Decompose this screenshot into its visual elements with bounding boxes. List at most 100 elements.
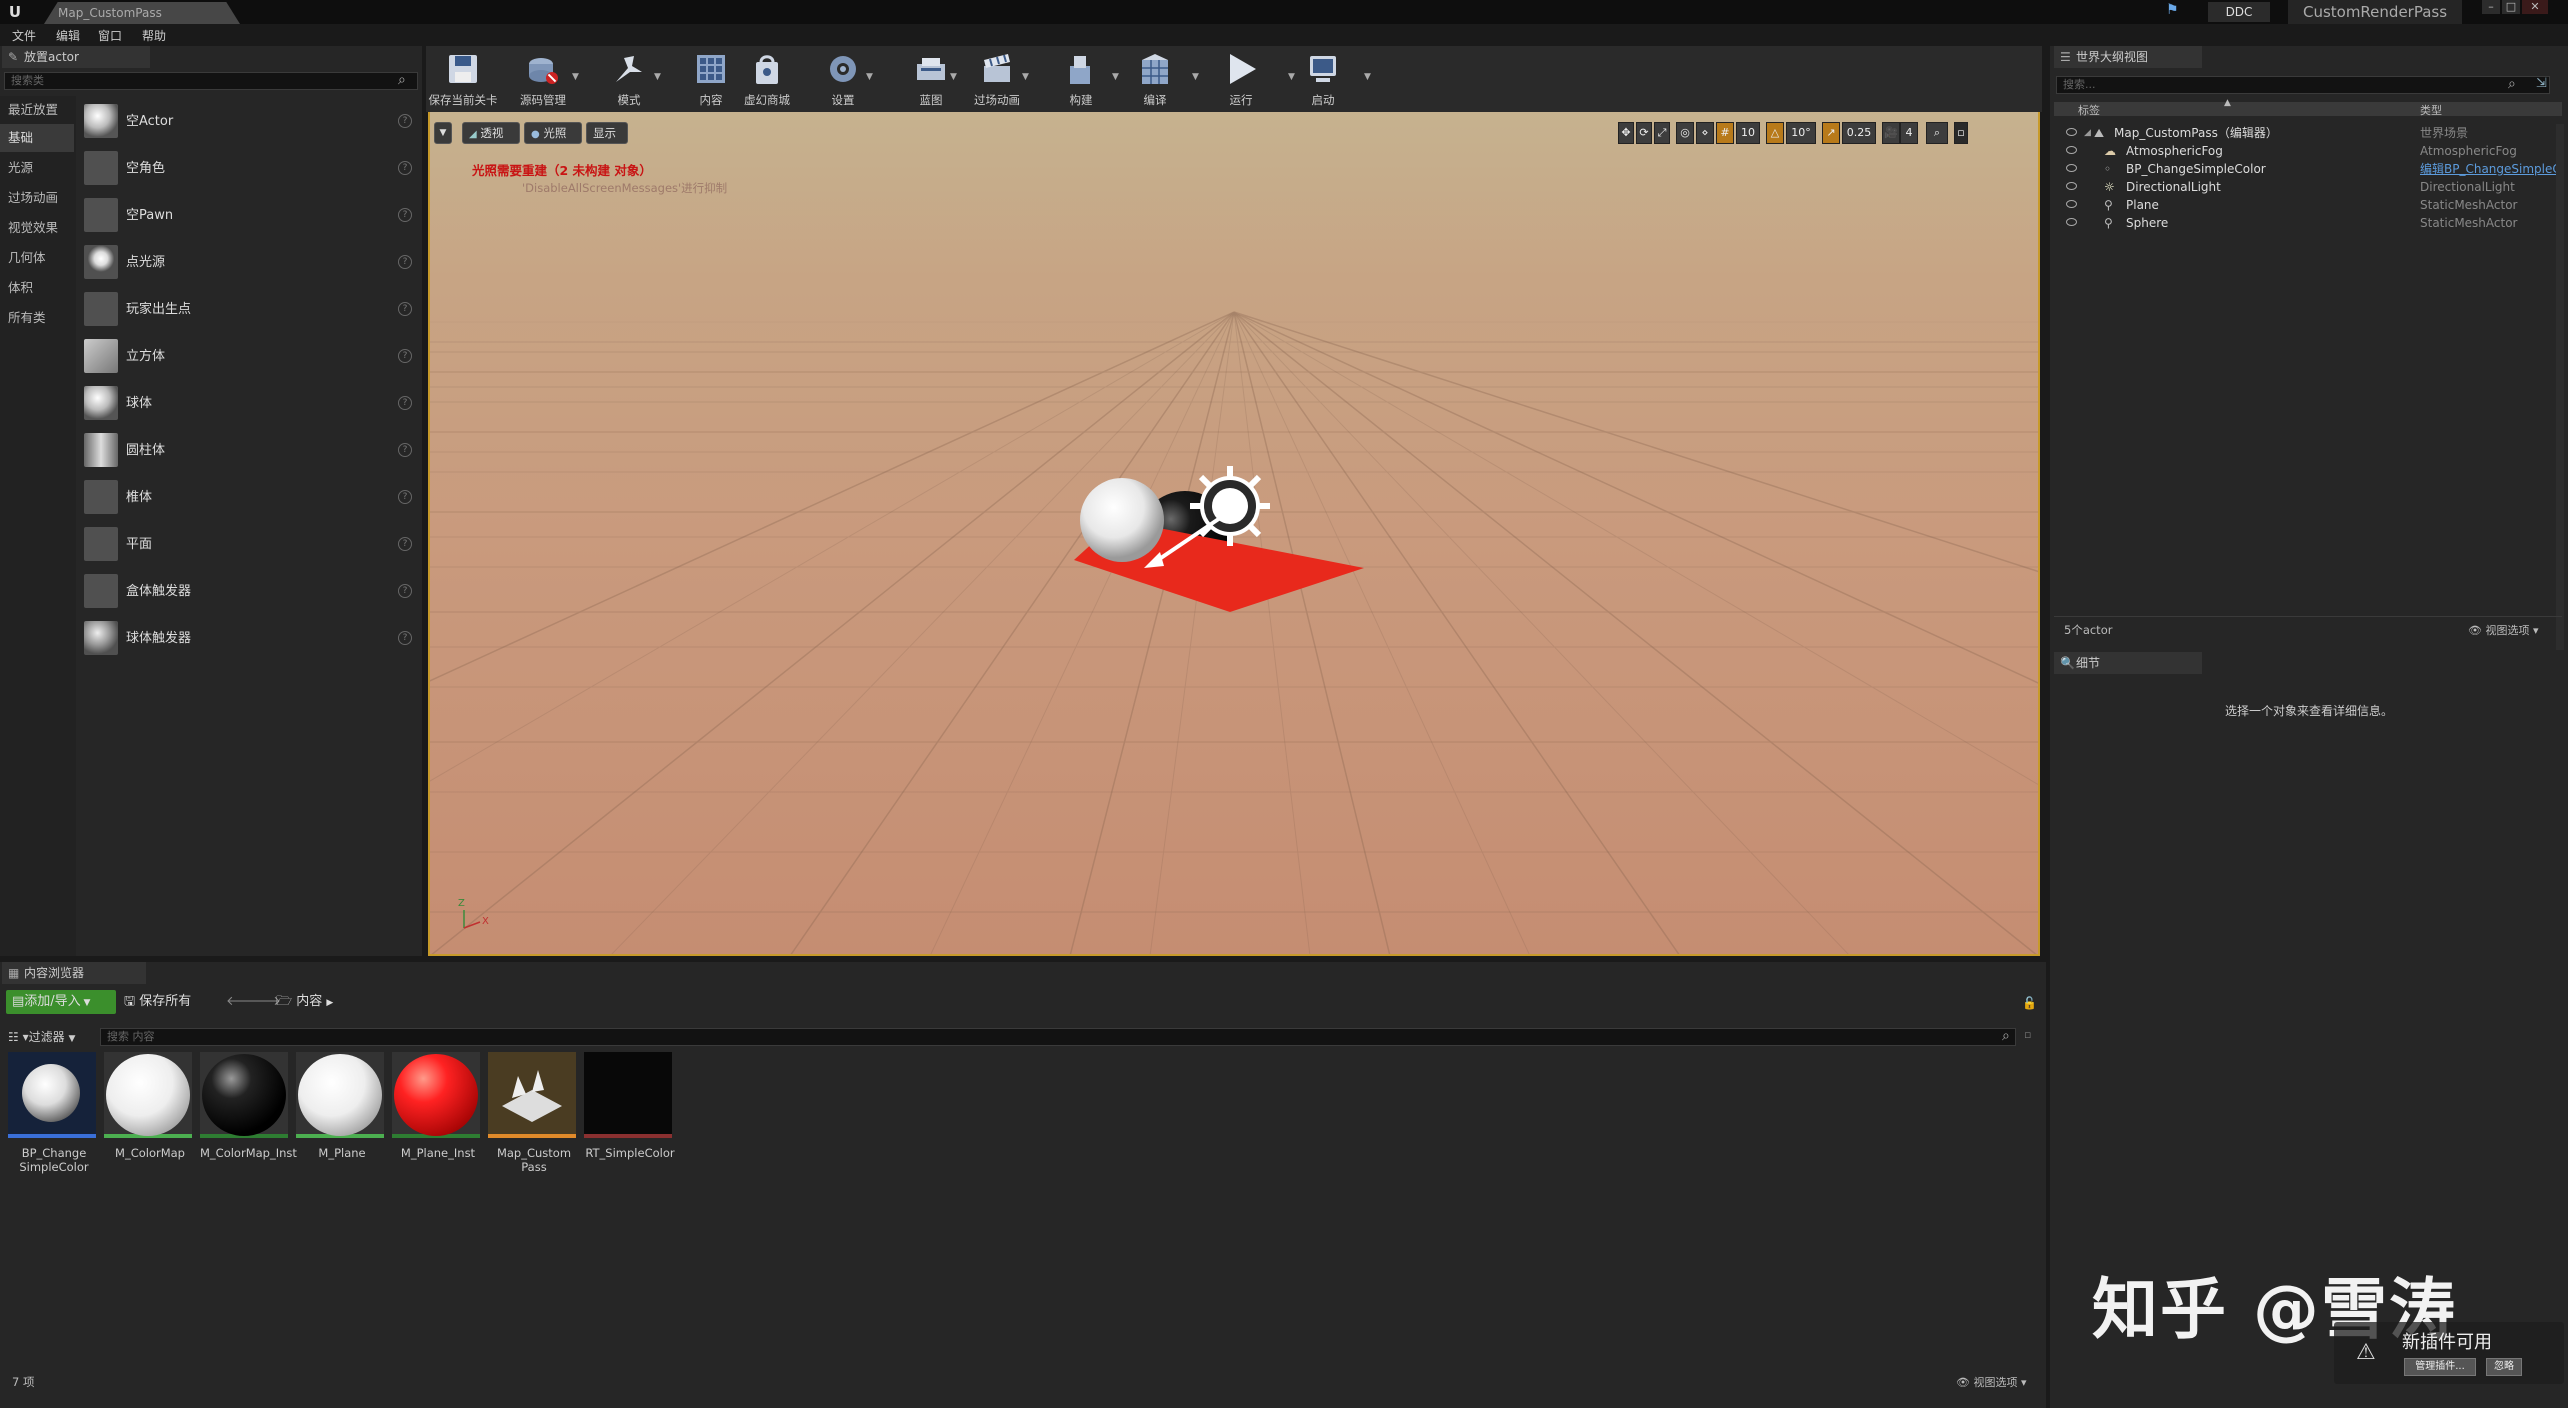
asset-tile[interactable]: M_ColorMap_Inst [200,1052,297,1160]
collapse-arrow-icon[interactable]: ◢ [2084,124,2091,142]
asset-tile[interactable]: BP_Change SimpleColor [8,1052,100,1174]
visibility-eye-icon[interactable] [2066,200,2077,208]
asset-tile[interactable]: RT_SimpleColor [584,1052,676,1160]
outliner-search-input[interactable]: 搜索... [2056,76,2550,94]
source-control-button[interactable]: 源码管理 [508,46,578,110]
actor-item-empty-pawn[interactable]: 空Pawn? [80,194,418,238]
help-icon[interactable]: ? [398,443,412,457]
level-viewport[interactable]: ▼ ◢ 透视 ● 光照 显示 ✥ ⟳ ⤢ ◎ ⋄ # 10 △ 10° ↗ 0.… [428,112,2040,956]
category-basic[interactable]: 基础 [0,124,74,152]
menu-edit[interactable]: 编辑 [56,27,80,44]
help-icon[interactable]: ? [398,396,412,410]
cinematics-dropdown-icon[interactable]: ▼ [1022,72,1029,82]
rotation-snap-toggle-icon[interactable]: △ [1766,122,1784,144]
help-icon[interactable]: ? [398,302,412,316]
actor-item-box-trigger[interactable]: 盒体触发器? [80,570,418,614]
category-all-classes[interactable]: 所有类 [0,304,74,332]
help-icon[interactable]: ? [398,490,412,504]
grid-snap-value[interactable]: 10 [1736,122,1760,144]
actor-item-sphere[interactable]: 球体? [80,382,418,426]
maximize-icon[interactable]: □ [2502,0,2520,14]
help-icon[interactable]: ? [398,631,412,645]
close-icon[interactable]: ✕ [2522,0,2548,14]
help-icon[interactable]: ? [398,208,412,222]
compile-dropdown-icon[interactable]: ▼ [1192,72,1199,82]
scale-snap-toggle-icon[interactable]: ↗ [1822,122,1840,144]
ddc-indicator[interactable]: DDC [2208,2,2270,22]
breadcrumb[interactable]: 🗁 内容 ▶ [276,990,366,1014]
scale-snap-value[interactable]: 0.25 [1842,122,1876,144]
outliner-row[interactable]: ☁ AtmosphericFog AtmosphericFog [2054,142,2562,160]
surface-snap-icon[interactable]: ⋄ [1696,122,1714,144]
build-dropdown-icon[interactable]: ▼ [1112,72,1119,82]
visibility-eye-icon[interactable] [2066,146,2077,154]
perspective-button[interactable]: ◢ 透视 [462,122,520,144]
modes-dropdown-icon[interactable]: ▼ [654,72,661,82]
tab-content-browser[interactable]: ▦ 内容浏览器 [2,962,146,984]
help-icon[interactable]: ? [398,349,412,363]
tab-place-actors[interactable]: ✎ 放置actor [2,46,150,68]
viewport-options-button[interactable]: ▼ [434,122,452,144]
actor-item-plane[interactable]: 平面? [80,523,418,567]
category-visual-effects[interactable]: 视觉效果 [0,214,74,242]
help-icon[interactable]: ? [398,114,412,128]
save-level-button[interactable]: 保存当前关卡 [428,46,498,110]
menu-file[interactable]: 文件 [12,27,36,44]
actor-item-cylinder[interactable]: 圆柱体? [80,429,418,473]
column-label[interactable]: 标签 [2078,102,2100,118]
asset-tile[interactable]: Map_Custom Pass [488,1052,580,1174]
outliner-row[interactable]: ⚲ Plane StaticMeshActor [2054,196,2562,214]
tab-world-outliner[interactable]: ☰ 世界大纲视图 [2054,46,2202,68]
help-icon[interactable]: ? [398,255,412,269]
rotate-mode-icon[interactable]: ⟳ [1636,122,1652,144]
rotation-snap-value[interactable]: 10° [1786,122,1816,144]
manage-plugins-button[interactable]: 管理插件... [2404,1358,2476,1376]
marketplace-button[interactable]: 虚幻商城 [732,46,802,110]
outliner-row[interactable]: ◢ ⛰ Map_CustomPass（编辑器） 世界场景 [2054,124,2562,142]
show-button[interactable]: 显示 [586,122,628,144]
world-space-icon[interactable]: ◎ [1676,122,1694,144]
lock-icon[interactable]: 🔓 [2022,996,2037,1010]
save-search-icon[interactable]: ▫ [2024,1028,2031,1041]
column-type[interactable]: 类型 [2420,102,2442,118]
actor-item-cone[interactable]: 椎体? [80,476,418,520]
notification-flag-icon[interactable]: ⚑ [2166,2,2179,18]
edit-blueprint-link[interactable]: 编辑BP_ChangeSimpleC [2420,160,2560,178]
save-all-button[interactable]: 🖫 保存所有 [124,990,216,1014]
visibility-eye-icon[interactable] [2066,218,2077,226]
category-cinematic[interactable]: 过场动画 [0,184,74,212]
build-button[interactable]: 构建 [1046,46,1116,110]
help-icon[interactable]: ? [398,584,412,598]
actor-item-empty-actor[interactable]: 空Actor? [80,100,418,144]
content-search-input[interactable]: 搜索 内容 [100,1028,2016,1046]
category-lights[interactable]: 光源 [0,154,74,182]
launch-dropdown-icon[interactable]: ▼ [1364,72,1371,82]
scale-mode-icon[interactable]: ⤢ [1654,122,1670,144]
source-control-dropdown-icon[interactable]: ▼ [572,72,579,82]
actor-item-player-start[interactable]: 玩家出生点? [80,288,418,332]
outliner-view-options-button[interactable]: 👁 视图选项 ▾ [2468,622,2539,638]
dismiss-button[interactable]: 忽略 [2486,1358,2522,1376]
menu-window[interactable]: 窗口 [98,27,122,44]
search-icon[interactable]: ⌕ [2002,1028,2010,1044]
pin-icon[interactable]: ⇲ [2536,76,2547,91]
settings-dropdown-icon[interactable]: ▼ [866,72,873,82]
actor-item-point-light[interactable]: 点光源? [80,241,418,285]
document-tab[interactable]: Map_CustomPass [44,2,240,24]
help-icon[interactable]: ? [398,537,412,551]
menu-help[interactable]: 帮助 [142,27,166,44]
translate-mode-icon[interactable]: ✥ [1618,122,1634,144]
outliner-row[interactable]: ☼ DirectionalLight DirectionalLight [2054,178,2562,196]
add-import-button[interactable]: ▤添加/导入 ▼ [6,990,116,1014]
content-view-options-button[interactable]: 👁 视图选项 ▾ [1956,1374,2027,1390]
camera-speed-icon[interactable]: 🎥 [1882,122,1900,144]
outliner-row[interactable]: ⚲ Sphere StaticMeshActor [2054,214,2562,232]
visibility-eye-icon[interactable] [2066,128,2077,136]
actor-item-cube[interactable]: 立方体? [80,335,418,379]
tab-details[interactable]: 🔍 细节 [2054,652,2202,674]
help-icon[interactable]: ? [398,161,412,175]
place-actors-search-input[interactable]: 搜索类 [4,72,418,90]
lit-mode-button[interactable]: ● 光照 [524,122,582,144]
category-volumes[interactable]: 体积 [0,274,74,302]
visibility-eye-icon[interactable] [2066,164,2077,172]
